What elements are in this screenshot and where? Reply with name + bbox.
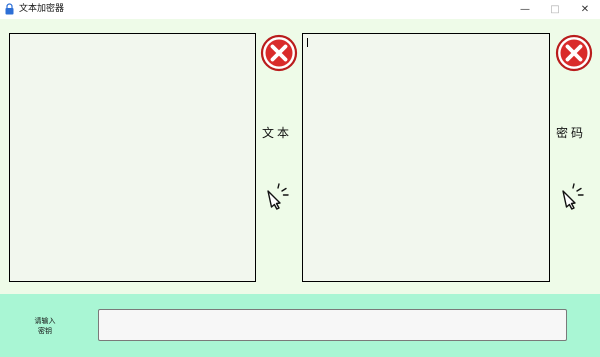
key-prompt: 请输入 密钥 [30, 316, 60, 336]
close-window-button[interactable]: ✕ [570, 0, 600, 19]
text-caret [307, 38, 308, 47]
clear-cipher-x-icon[interactable] [555, 34, 593, 72]
decrypt-cursor-click-icon[interactable] [559, 182, 587, 210]
key-prompt-line1: 请输入 [34, 317, 56, 325]
encrypt-cursor-click-icon[interactable] [264, 182, 292, 210]
ciphertext-textbox[interactable] [302, 33, 550, 282]
key-prompt-line2: 密钥 [38, 327, 52, 335]
key-input[interactable] [98, 309, 567, 341]
cipher-label: 密码 [556, 126, 587, 140]
lock-icon [5, 3, 14, 15]
clear-text-x-icon[interactable] [260, 34, 298, 72]
plaintext-textbox[interactable] [9, 33, 256, 282]
window-title: 文本加密器 [19, 4, 65, 14]
text-label: 文本 [262, 126, 293, 140]
title-bar: 文本加密器 — □ ✕ [0, 0, 600, 19]
maximize-button[interactable]: □ [540, 0, 570, 19]
minimize-button[interactable]: — [510, 0, 540, 19]
